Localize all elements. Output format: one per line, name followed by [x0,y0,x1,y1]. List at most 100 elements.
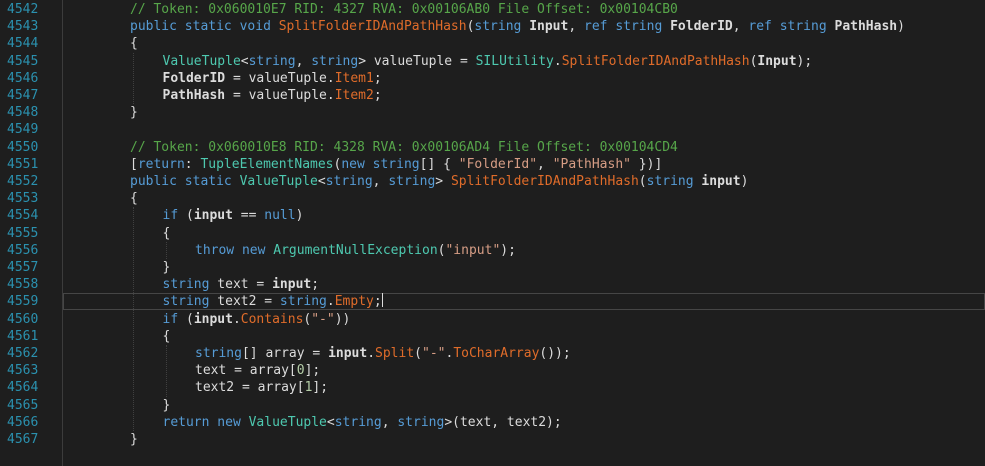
code-text[interactable]: { [163,225,171,242]
code-token: } [130,105,138,121]
code-token: public [130,174,177,189]
code-line[interactable]: 4543 public static void SplitFolderIDAndP… [0,18,985,35]
code-text[interactable]: if (input == null) [163,207,304,224]
code-line[interactable]: 4555 { [0,225,985,242]
code-text[interactable]: [return: TupleElementNames(new string[] … [130,156,662,173]
code-text[interactable]: throw new ArgumentNullException("input")… [195,242,516,259]
code-line[interactable]: 4553 { [0,190,985,207]
code-token: string [397,414,445,430]
code-token: ) [740,174,749,189]
line-number: 4560 [7,311,39,327]
code-text[interactable]: } [130,431,138,448]
code-token: string [474,19,522,35]
code-token: Input [757,53,797,69]
code-token: string [325,174,373,189]
code-token: if [162,311,179,327]
code-token: input [272,277,312,293]
code-token: } [162,260,171,275]
line-number: 4550 [7,139,39,155]
code-line[interactable]: 4564 text2 = array[1]; [0,379,985,396]
code-line[interactable]: 4551 [return: TupleElementNames(new strin… [0,156,985,173]
code-text[interactable]: // Token: 0x060010E7 RID: 4327 RVA: 0x00… [130,1,678,18]
code-text[interactable]: ValueTuple<string, string> valueTuple = … [163,53,813,70]
line-number: 4544 [7,36,39,52]
code-token: "FolderId" [458,156,538,172]
line-number: 4566 [7,414,39,430]
code-token: input [328,346,368,361]
code-token: "input" [445,242,501,258]
code-token: static [184,174,232,189]
code-line[interactable]: 4563 text = array[0]; [0,362,985,379]
code-token: string [248,53,296,69]
line-number: 4562 [7,346,39,361]
code-token: SILUtility [475,53,554,69]
code-text[interactable]: } [163,397,171,414]
code-line[interactable]: 4542 // Token: 0x060010E7 RID: 4327 RVA: … [0,1,985,18]
code-token: static [184,19,232,35]
code-line[interactable]: 4546 FolderID = valueTuple.Item1; [0,70,985,87]
code-line[interactable]: 4554 if (input == null) [0,207,985,224]
code-token: text2 = [209,294,280,310]
code-line[interactable]: 4547 PathHash = valueTuple.Item2; [0,87,985,104]
code-line[interactable]: 4559 string text2 = string.Empty; [0,293,985,311]
code-text[interactable]: } [130,104,138,121]
code-text[interactable]: text2 = array[1]; [195,379,328,396]
code-line[interactable]: 4557} [0,259,985,276]
code-line[interactable]: 4565} [0,397,985,414]
code-line[interactable]: 4560 if (input.Contains("-")) [0,311,985,328]
code-text[interactable]: FolderID = valueTuple.Item1; [163,70,382,87]
code-text[interactable]: text = array[0]; [195,362,320,379]
code-token: PathHash [162,88,226,103]
code-token: = valueTuple. [225,70,335,86]
code-text[interactable]: } [163,259,171,276]
code-text[interactable]: public static void SplitFolderIDAndPathH… [130,18,905,35]
code-editor[interactable]: 4542 // Token: 0x060010E7 RID: 4327 RVA: … [0,0,985,466]
code-line[interactable]: 4566 return new ValueTuple<string, string… [0,414,985,431]
code-token: "PathHash" [552,156,631,172]
code-token: ( [178,208,194,224]
code-token: Input [529,19,569,35]
code-token: })] [630,156,663,172]
code-token: < [326,414,335,430]
code-text[interactable]: { [130,35,138,52]
code-token: ValueTuple [162,53,241,69]
code-line[interactable]: 4550 // Token: 0x060010E8 RID: 4328 RVA: … [0,139,985,156]
code-line[interactable]: 4545 ValueTuple<string, string> valueTupl… [0,53,985,70]
code-token: ; [373,88,382,103]
code-line[interactable]: 4556 throw new ArgumentNullException("inp… [0,242,985,259]
code-text[interactable]: PathHash = valueTuple.Item2; [163,87,382,104]
code-line[interactable]: 4552 public static ValueTuple<string, str… [0,173,985,190]
code-text[interactable]: // Token: 0x060010E8 RID: 4328 RVA: 0x00… [130,139,678,156]
code-token: throw [195,242,235,258]
code-token: > valueTuple = [358,53,476,69]
code-line[interactable]: 4567} [0,431,985,448]
code-line[interactable]: 4549 [0,121,985,138]
code-line[interactable]: 4544 { [0,35,985,52]
code-text[interactable]: { [163,328,171,345]
code-token: ]; [312,380,329,396]
line-number: 4552 [7,174,39,189]
code-text[interactable]: string text2 = string.Empty; [163,293,383,310]
code-token: ]; [304,363,321,379]
code-text[interactable]: if (input.Contains("-")) [163,311,351,328]
code-line[interactable]: 4548} [0,104,985,121]
code-text[interactable]: public static ValueTuple<string, string>… [130,173,748,190]
line-number: 4553 [7,191,39,207]
code-token: ; [373,70,382,86]
code-text[interactable]: string text = input; [163,276,320,293]
code-token: ; [373,294,382,310]
code-line[interactable]: 4558 string text = input; [0,276,985,293]
code-text[interactable]: return new ValueTuple<string, string>(te… [163,414,562,431]
code-token: { [130,36,138,52]
code-text[interactable]: string[] array = input.Split("-".ToCharA… [195,345,571,362]
code-token: { [130,191,138,207]
code-line[interactable]: 4561 { [0,328,985,345]
line-number: 4564 [7,380,39,396]
code-token: "-" [422,346,446,361]
code-text[interactable]: { [130,190,138,207]
line-number: 4556 [7,242,39,258]
code-line[interactable]: 4562 string[] array = input.Split("-".ToC… [0,345,985,362]
